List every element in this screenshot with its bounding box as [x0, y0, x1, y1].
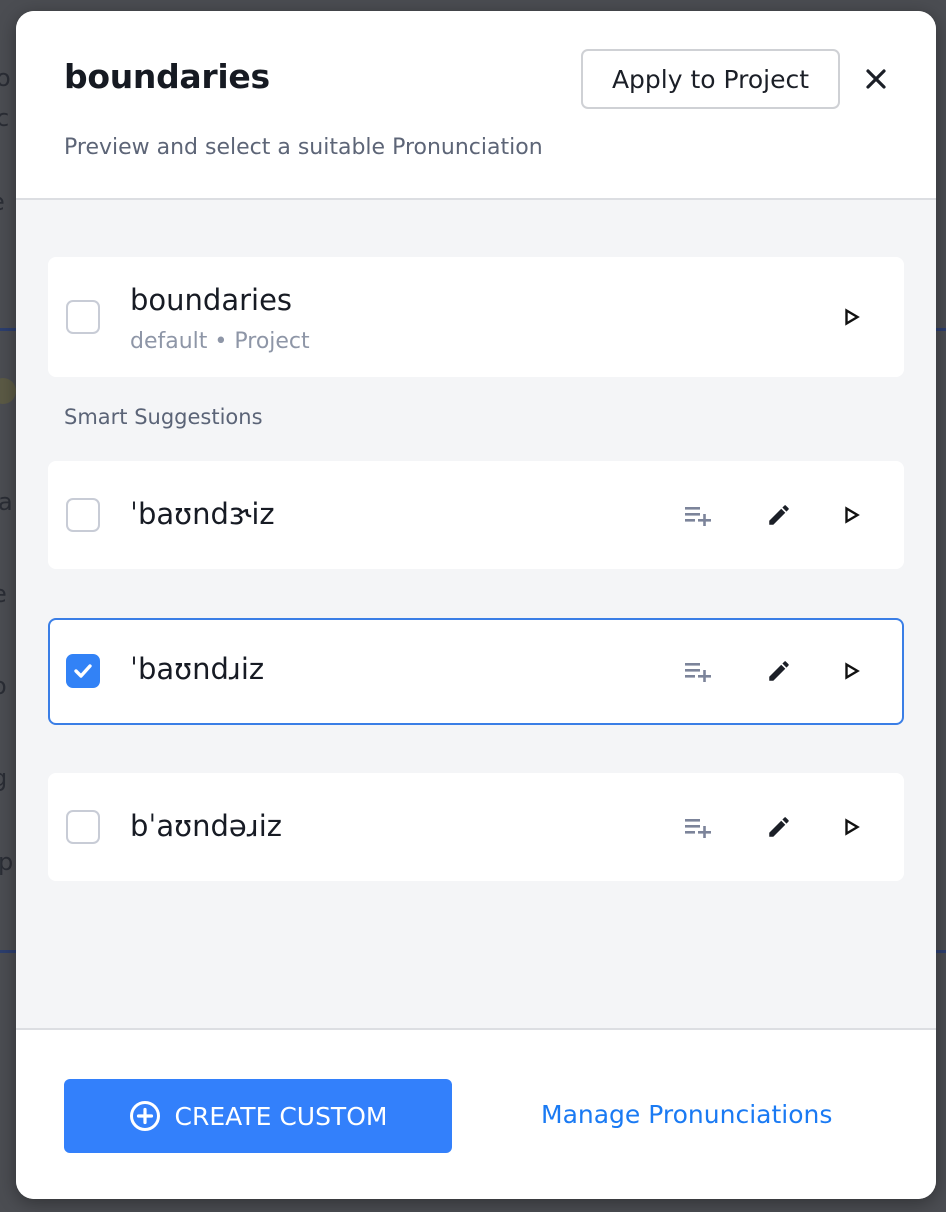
suggestion-ipa: ˈbaʊndɝiz — [130, 497, 275, 531]
suggestion-checkbox[interactable] — [66, 654, 100, 688]
suggestion-card-selected[interactable]: ˈbaʊndɹiz — [48, 618, 904, 725]
play-button[interactable] — [834, 299, 870, 335]
edit-button[interactable] — [761, 653, 797, 689]
modal-footer: CREATE CUSTOM Manage Pronunciations — [16, 1028, 936, 1199]
suggestion-card[interactable]: ˈbaʊndɝiz — [48, 461, 904, 569]
play-button[interactable] — [834, 653, 870, 689]
play-icon — [845, 662, 860, 680]
default-meta: default • Project — [130, 329, 310, 354]
pencil-icon — [769, 817, 789, 837]
add-to-list-button[interactable] — [680, 497, 716, 533]
create-custom-label: CREATE CUSTOM — [174, 1101, 388, 1131]
play-icon — [845, 506, 860, 524]
close-button[interactable] — [858, 61, 894, 97]
background-text-fragment: e — [0, 188, 5, 216]
default-word: boundaries — [130, 283, 293, 317]
edit-button[interactable] — [761, 809, 797, 845]
plus-circle-icon — [129, 1101, 160, 1131]
suggestion-ipa: bˈaʊndəɹiz — [130, 809, 282, 843]
background-divider — [0, 328, 16, 331]
background-text-fragment: a — [0, 488, 13, 516]
create-custom-button[interactable]: CREATE CUSTOM — [64, 1079, 452, 1153]
playlist-add-icon — [685, 663, 711, 682]
play-button[interactable] — [834, 497, 870, 533]
play-icon — [845, 818, 860, 836]
close-icon — [866, 69, 886, 89]
default-pronunciation-card[interactable]: boundaries default • Project — [48, 257, 904, 377]
pronunciation-modal: boundaries Preview and select a suitable… — [16, 11, 936, 1199]
pencil-icon — [769, 661, 789, 681]
suggestion-card[interactable]: bˈaʊndəɹiz — [48, 773, 904, 881]
check-icon — [74, 664, 92, 678]
play-icon — [845, 308, 860, 326]
modal-header: boundaries Preview and select a suitable… — [16, 11, 936, 200]
default-checkbox[interactable] — [66, 300, 100, 334]
pencil-icon — [769, 505, 789, 525]
background-text-fragment: e — [0, 580, 7, 608]
background-text-fragment: o — [0, 64, 11, 92]
background-avatar — [0, 378, 16, 404]
background-text-fragment: p — [0, 848, 14, 876]
modal-subtitle: Preview and select a suitable Pronunciat… — [64, 135, 543, 160]
background-divider — [936, 950, 946, 953]
background-divider — [936, 328, 946, 331]
play-button[interactable] — [834, 809, 870, 845]
edit-button[interactable] — [761, 497, 797, 533]
suggestion-checkbox[interactable] — [66, 810, 100, 844]
background-text-fragment: c — [0, 104, 10, 132]
background-text-fragment: o — [0, 672, 7, 700]
modal-title: boundaries — [64, 57, 270, 96]
playlist-add-icon — [685, 819, 711, 838]
add-to-list-button[interactable] — [680, 809, 716, 845]
playlist-add-icon — [685, 507, 711, 526]
apply-to-project-button[interactable]: Apply to Project — [581, 49, 840, 109]
suggestion-checkbox[interactable] — [66, 498, 100, 532]
modal-body: boundaries default • Project Smart Sugge… — [16, 200, 936, 1028]
suggestion-ipa: ˈbaʊndɹiz — [130, 652, 265, 686]
background-divider — [0, 950, 16, 953]
add-to-list-button[interactable] — [680, 653, 716, 689]
smart-suggestions-label: Smart Suggestions — [64, 405, 263, 429]
background-text-fragment: g — [0, 764, 7, 792]
manage-pronunciations-link[interactable]: Manage Pronunciations — [541, 1100, 832, 1129]
